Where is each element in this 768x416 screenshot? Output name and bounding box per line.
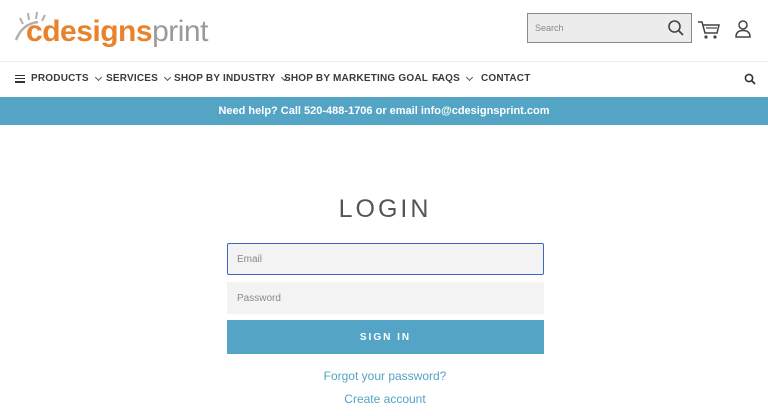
nav-item-shop-by-marketing-goal[interactable]: SHOP BY MARKETING GOAL	[284, 73, 442, 84]
logo-c: c	[26, 15, 43, 48]
nav-item-faqs[interactable]: FAQS	[432, 73, 474, 84]
logo-designs: designs	[42, 15, 153, 48]
nav-item-label: SHOP BY MARKETING GOAL	[284, 73, 429, 84]
page-title: LOGIN	[338, 195, 432, 223]
nav-item-label: CONTACT	[481, 73, 531, 84]
logo-print: print	[152, 15, 208, 48]
nav-item-label: FAQS	[432, 73, 461, 84]
forgot-password-link[interactable]: Forgot your password?	[0, 369, 768, 383]
menu-icon	[15, 73, 25, 84]
password-field[interactable]	[227, 282, 544, 314]
cart-icon[interactable]	[697, 19, 721, 41]
create-account-link[interactable]: Create account	[0, 392, 768, 406]
help-banner: Need help? Call 520-488-1706 or email in…	[0, 97, 768, 125]
nav-item-contact[interactable]: CONTACT	[481, 73, 531, 84]
logo-text: cdesignsprint	[26, 17, 208, 47]
search-input[interactable]	[528, 14, 658, 42]
chevron-down-icon	[465, 73, 474, 81]
email-field[interactable]	[227, 243, 544, 275]
nav-item-label: PRODUCTS	[31, 73, 89, 85]
main-nav: PRODUCTS SERVICES SHOP BY INDUSTRY SHOP …	[0, 62, 768, 97]
nav-item-products[interactable]: PRODUCTS	[15, 73, 102, 85]
chevron-down-icon	[94, 73, 102, 81]
logo[interactable]: cdesignsprint	[12, 10, 232, 54]
nav-item-label: SERVICES	[106, 73, 158, 84]
nav-item-shop-by-industry[interactable]: SHOP BY INDUSTRY	[174, 73, 289, 84]
search-icon[interactable]	[744, 73, 756, 85]
sign-in-button[interactable]: SIGN IN	[227, 320, 544, 354]
user-icon[interactable]	[734, 19, 752, 39]
nav-item-label: SHOP BY INDUSTRY	[174, 73, 276, 84]
chevron-down-icon	[163, 73, 172, 81]
site-header: cdesignsprint	[0, 0, 768, 62]
header-search	[527, 13, 692, 43]
search-button[interactable]	[665, 18, 687, 38]
nav-item-services[interactable]: SERVICES	[106, 73, 172, 84]
search-icon	[668, 20, 684, 36]
